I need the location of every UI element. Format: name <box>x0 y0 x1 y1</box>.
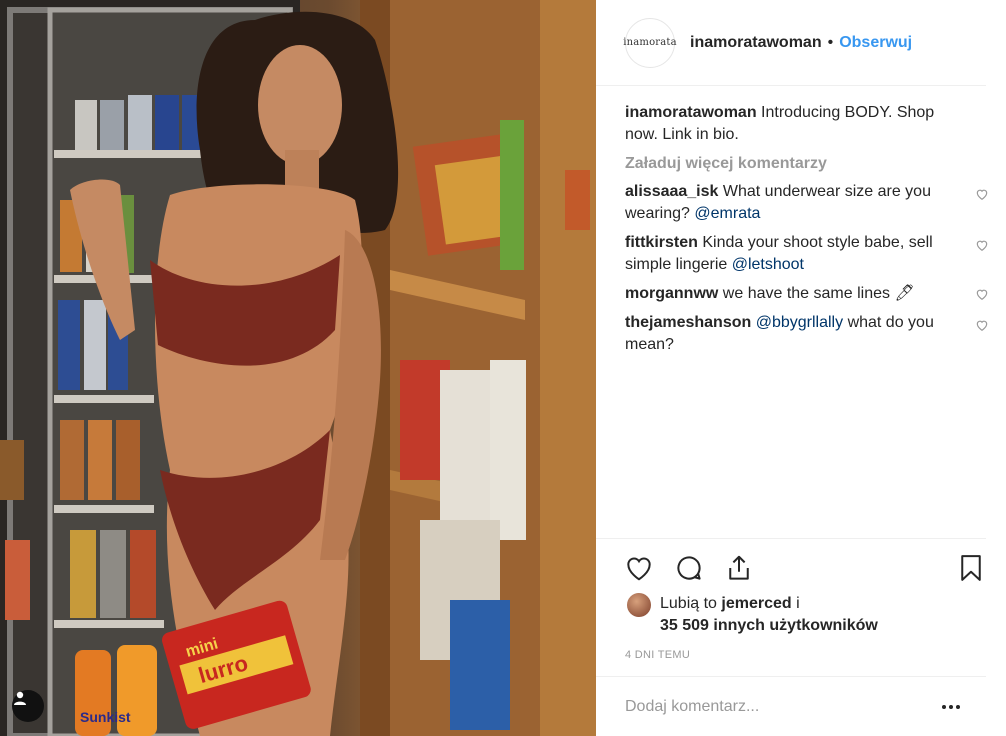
post-timestamp[interactable]: 4 DNI TEMU <box>625 649 690 661</box>
comment-mention[interactable]: @bbygrllally <box>756 314 843 331</box>
comment-author[interactable]: alissaaa_isk <box>625 183 718 200</box>
comment-mention[interactable]: @emrata <box>694 205 760 222</box>
comment-author[interactable]: morgannww <box>625 285 718 302</box>
caption-author[interactable]: inamoratawoman <box>625 104 757 121</box>
user-tag-button[interactable] <box>12 690 44 722</box>
likes-summary: Lubią to jemerced i 35 509 innych użytko… <box>627 593 878 637</box>
add-comment-bar: Dodaj komentarz... <box>596 676 986 736</box>
header-separator: • <box>827 33 834 51</box>
post-header: inamorata inamoratawoman • Obserwuj <box>596 0 986 86</box>
heart-icon[interactable] <box>624 553 654 583</box>
comment-author[interactable]: thejameshanson <box>625 314 751 331</box>
photo-illustration: Sunkist mini lurro <box>0 0 596 736</box>
profile-avatar[interactable]: inamorata <box>623 17 677 68</box>
post-photo[interactable]: Sunkist mini lurro <box>0 0 596 736</box>
likes-prefix: Lubią to <box>660 595 717 612</box>
comment-like-icon[interactable] <box>975 238 989 252</box>
comment-mention[interactable]: @letshoot <box>732 256 804 273</box>
comment-like-icon[interactable] <box>975 318 989 332</box>
liker-username[interactable]: jemerced <box>721 595 791 612</box>
add-comment-input[interactable]: Dodaj komentarz... <box>625 698 942 716</box>
share-icon[interactable] <box>724 553 754 583</box>
load-more-comments-button[interactable]: Załaduj więcej komentarzy <box>625 153 965 175</box>
more-options-icon[interactable] <box>942 704 972 709</box>
caption: inamoratawoman Introducing BODY. Shop no… <box>625 102 965 146</box>
likes-conj: i <box>796 595 800 612</box>
comment-like-icon[interactable] <box>975 287 989 301</box>
bookmark-icon[interactable] <box>956 553 986 583</box>
comments-section: inamoratawoman Introducing BODY. Shop no… <box>625 102 988 363</box>
comment-item: morgannww we have the same lines 🖊 <box>625 283 988 305</box>
post-side-panel: inamorata inamoratawoman • Obserwuj inam… <box>596 0 1006 736</box>
comment-author[interactable]: fittkirsten <box>625 234 698 251</box>
comment-icon[interactable] <box>674 553 704 583</box>
user-tag-icon <box>14 691 26 705</box>
avatar-logo-text: inamorata <box>623 37 677 48</box>
follow-button[interactable]: Obserwuj <box>839 34 912 52</box>
post-author-username[interactable]: inamoratawoman <box>690 34 822 52</box>
likes-count[interactable]: 35 509 innych użytkowników <box>660 617 878 634</box>
comment-like-icon[interactable] <box>975 187 989 201</box>
comment-item: fittkirsten Kinda your shoot style babe,… <box>625 232 988 276</box>
comment-item: thejameshanson @bbygrllally what do you … <box>625 312 988 356</box>
liker-avatar[interactable] <box>627 593 651 617</box>
comment-item: alissaaa_isk What underwear size are you… <box>625 181 988 225</box>
comment-text: we have the same lines 🖊 <box>722 285 915 302</box>
bottle-brand-text: Sunkist <box>80 709 131 725</box>
